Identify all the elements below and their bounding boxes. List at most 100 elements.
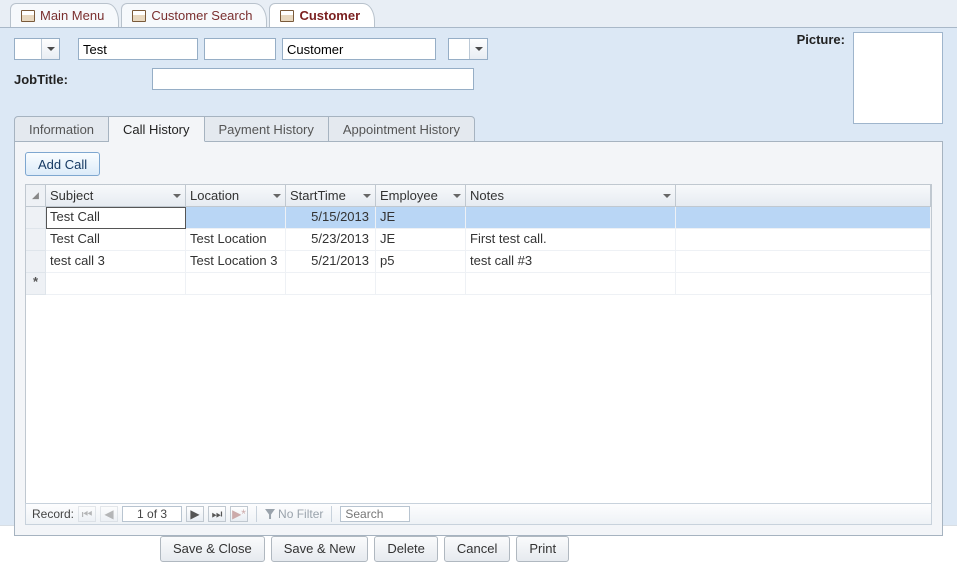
- row-selector[interactable]: [26, 229, 46, 251]
- first-name-input[interactable]: [78, 38, 198, 60]
- cell-employee[interactable]: JE: [376, 229, 466, 251]
- tab-label: Call History: [123, 122, 189, 137]
- dropdown-button[interactable]: [41, 39, 59, 59]
- jobtitle-input[interactable]: [152, 68, 474, 90]
- tab-label: Payment History: [219, 122, 314, 137]
- cell-location[interactable]: [186, 207, 286, 229]
- nav-first-button[interactable]: ⏮: [78, 506, 96, 522]
- cell-notes[interactable]: [466, 273, 676, 295]
- chevron-down-icon: [453, 194, 461, 198]
- object-tab-label: Main Menu: [40, 8, 104, 23]
- record-search-box[interactable]: Search: [340, 506, 410, 522]
- record-label: Record:: [32, 507, 74, 521]
- chevron-down-icon: [363, 194, 371, 198]
- dropdown-button[interactable]: [469, 39, 487, 59]
- cell-location[interactable]: [186, 273, 286, 295]
- object-tab-label: Customer Search: [151, 8, 252, 23]
- delete-button[interactable]: Delete: [374, 536, 438, 562]
- cell-subject[interactable]: Test Call: [46, 207, 186, 229]
- col-header-notes[interactable]: Notes: [466, 185, 676, 206]
- object-tab-customer[interactable]: Customer: [269, 3, 375, 27]
- object-tab-main-menu[interactable]: Main Menu: [10, 3, 119, 27]
- chevron-down-icon: [173, 194, 181, 198]
- datasheet-body: Test Call 5/15/2013 JE Test Call Test Lo…: [26, 207, 931, 503]
- col-header-label: Location: [190, 188, 239, 203]
- jobtitle-label: JobTitle:: [14, 72, 134, 87]
- chevron-down-icon: [663, 194, 671, 198]
- last-icon: ⏭: [212, 507, 223, 522]
- cell-employee[interactable]: p5: [376, 251, 466, 273]
- cell-location[interactable]: Test Location: [186, 229, 286, 251]
- cell-notes[interactable]: test call #3: [466, 251, 676, 273]
- funnel-icon: [265, 509, 275, 519]
- table-row[interactable]: Test Call 5/15/2013 JE: [26, 207, 931, 229]
- cell-employee[interactable]: [376, 273, 466, 295]
- record-navigator: Record: ⏮ ◀ 1 of 3 ▶ ⏭ ▶* No Filter Sear…: [25, 503, 932, 525]
- col-header-location[interactable]: Location: [186, 185, 286, 206]
- cell-blank: [676, 251, 931, 273]
- tab-label: Information: [29, 122, 94, 137]
- nav-new-button[interactable]: ▶*: [230, 506, 248, 522]
- cell-notes[interactable]: [466, 207, 676, 229]
- call-history-panel: Add Call ◢ Subject Location StartTime Em…: [14, 141, 943, 536]
- cell-subject[interactable]: Test Call: [46, 229, 186, 251]
- cell-employee[interactable]: JE: [376, 207, 466, 229]
- cell-starttime[interactable]: 5/15/2013: [286, 207, 376, 229]
- table-row[interactable]: Test Call Test Location 5/23/2013 JE Fir…: [26, 229, 931, 251]
- tab-payment-history[interactable]: Payment History: [205, 116, 329, 142]
- suffix-dropdown[interactable]: [448, 38, 488, 60]
- save-new-button[interactable]: Save & New: [271, 536, 369, 562]
- form-icon: [280, 10, 294, 22]
- cell-subject[interactable]: test call 3: [46, 251, 186, 273]
- chevron-down-icon: [475, 47, 483, 51]
- object-tab-label: Customer: [299, 8, 360, 23]
- col-header-label: Employee: [380, 188, 438, 203]
- table-row[interactable]: test call 3 Test Location 3 5/21/2013 p5…: [26, 251, 931, 273]
- col-header-starttime[interactable]: StartTime: [286, 185, 376, 206]
- object-tab-customer-search[interactable]: Customer Search: [121, 3, 267, 27]
- picture-box[interactable]: [853, 32, 943, 124]
- tab-appointment-history[interactable]: Appointment History: [329, 116, 475, 142]
- row-selector[interactable]: [26, 251, 46, 273]
- print-button[interactable]: Print: [516, 536, 569, 562]
- save-close-button[interactable]: Save & Close: [160, 536, 265, 562]
- nav-prev-button[interactable]: ◀: [100, 506, 118, 522]
- col-header-blank: [676, 185, 931, 206]
- select-all-corner[interactable]: ◢: [26, 185, 46, 206]
- col-header-label: Subject: [50, 188, 93, 203]
- cell-location[interactable]: Test Location 3: [186, 251, 286, 273]
- cell-notes[interactable]: First test call.: [466, 229, 676, 251]
- new-record-icon: ▶*: [232, 507, 246, 521]
- tab-information[interactable]: Information: [14, 116, 109, 142]
- cell-subject[interactable]: [46, 273, 186, 295]
- filter-label: No Filter: [278, 507, 323, 521]
- nav-last-button[interactable]: ⏭: [208, 506, 226, 522]
- middle-name-input[interactable]: [204, 38, 276, 60]
- cancel-button[interactable]: Cancel: [444, 536, 510, 562]
- prefix-dropdown[interactable]: [14, 38, 60, 60]
- col-header-label: Notes: [470, 188, 504, 203]
- cell-blank: [676, 273, 931, 295]
- record-position-box[interactable]: 1 of 3: [122, 506, 182, 522]
- tab-label: Appointment History: [343, 122, 460, 137]
- picture-block: Picture:: [797, 32, 943, 124]
- cell-starttime[interactable]: 5/23/2013: [286, 229, 376, 251]
- cell-starttime[interactable]: [286, 273, 376, 295]
- row-selector[interactable]: [26, 207, 46, 229]
- nav-next-button[interactable]: ▶: [186, 506, 204, 522]
- col-header-subject[interactable]: Subject: [46, 185, 186, 206]
- picture-label: Picture:: [797, 32, 845, 47]
- cell-starttime[interactable]: 5/21/2013: [286, 251, 376, 273]
- row-selector-new[interactable]: [26, 273, 46, 295]
- add-call-button[interactable]: Add Call: [25, 152, 100, 176]
- col-header-employee[interactable]: Employee: [376, 185, 466, 206]
- form-icon: [21, 10, 35, 22]
- table-row-new[interactable]: [26, 273, 931, 295]
- filter-indicator[interactable]: No Filter: [265, 507, 323, 521]
- call-history-datasheet: ◢ Subject Location StartTime Employee No…: [25, 184, 932, 504]
- tab-call-history[interactable]: Call History: [109, 116, 204, 142]
- form-canvas: Picture: JobTitle: Information Call Hist…: [0, 28, 957, 525]
- separator: [256, 506, 257, 522]
- last-name-input[interactable]: [282, 38, 436, 60]
- datasheet-header: ◢ Subject Location StartTime Employee No…: [26, 185, 931, 207]
